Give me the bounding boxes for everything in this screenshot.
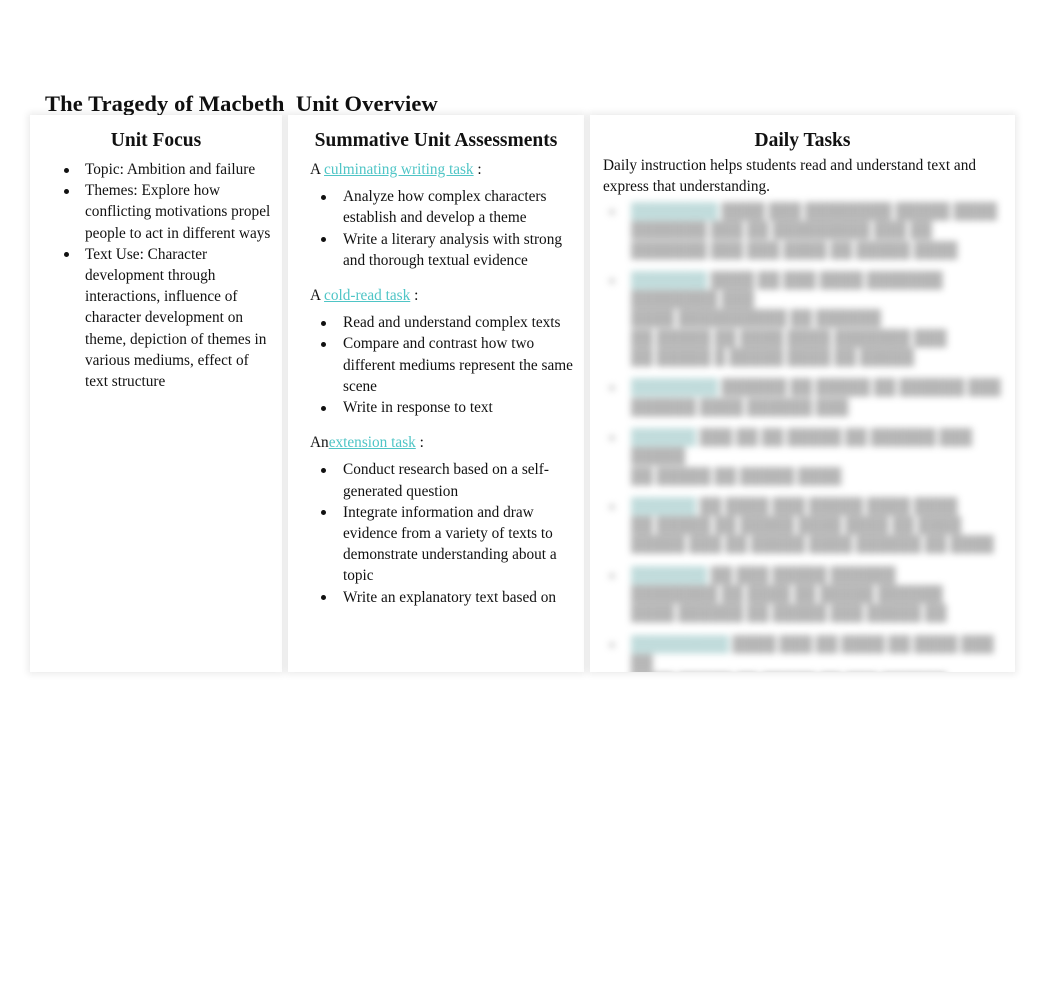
- list-item: Write a literary analysis with strong an…: [299, 229, 573, 271]
- cold-read-task-list: Read and understand complex texts Compar…: [299, 312, 573, 418]
- extension-task-link[interactable]: extension task: [329, 434, 416, 451]
- summative-assessments-card: Summative Unit Assessments A culminating…: [288, 115, 584, 672]
- daily-tasks-title: Daily Tasks: [754, 130, 851, 151]
- lead-prefix: A: [310, 161, 325, 178]
- cold-read-task-link[interactable]: cold-read task: [324, 287, 410, 304]
- culminating-writing-task-list: Analyze how complex characters establish…: [299, 186, 573, 271]
- unit-focus-title: Unit Focus: [110, 130, 202, 151]
- daily-task-link[interactable]: ██████: [631, 497, 697, 515]
- daily-task-text: ██████ ███ ██ ██ █████ ██ ██████ ███ ███…: [631, 428, 1004, 486]
- extension-task-list: Conduct research based on a self-generat…: [299, 459, 573, 607]
- lead-suffix: :: [473, 161, 482, 178]
- daily-task-link[interactable]: ████████: [631, 203, 718, 220]
- extension-task-lead: Anextension task :: [299, 432, 573, 453]
- list-item: Themes: Explore how conflicting motivati…: [41, 180, 271, 244]
- list-item: Write an explanatory text based on: [299, 587, 573, 608]
- daily-tasks-card: Daily Tasks Daily instruction helps stud…: [590, 115, 1015, 672]
- daily-task-row: ██████ ███ ██ ██ █████ ██ ██████ ███ ███…: [601, 428, 1004, 486]
- daily-task-row: ████████ ██████ ██ █████ ██ ██████ ███ █…: [601, 378, 1004, 417]
- list-item: Analyze how complex characters establish…: [299, 186, 573, 228]
- lead-suffix: :: [415, 434, 424, 452]
- daily-task-row: ███████ ██ ███ █████ ██████ ████████ ██ …: [601, 566, 1004, 624]
- list-item: Compare and contrast how two different m…: [299, 333, 573, 397]
- daily-task-link[interactable]: ████████: [631, 379, 718, 397]
- list-item: Write in response to text: [299, 397, 573, 418]
- daily-task-text: ███████ ██ ███ █████ ██████ ████████ ██ …: [631, 566, 1004, 624]
- daily-task-row: ████████ ████ ███ ████████ █████ ████ ██…: [601, 202, 1004, 260]
- daily-tasks-intro: Daily instruction helps students read an…: [603, 157, 976, 195]
- lead-prefix: An: [310, 434, 329, 452]
- list-item: Integrate information and draw evidence …: [299, 502, 573, 587]
- unit-focus-list: Topic: Ambition and failure Themes: Expl…: [41, 159, 271, 392]
- daily-tasks-list: ████████ ████ ███ ████████ █████ ████ ██…: [601, 202, 1004, 672]
- list-item: Text Use: Character development through …: [41, 244, 271, 392]
- lead-prefix: A: [310, 287, 325, 305]
- daily-task-row: ██████ ██ ████ ███ █████ ████ ████ ██ ██…: [601, 497, 1004, 555]
- daily-task-text: ██████ ██ ████ ███ █████ ████ ████ ██ ██…: [631, 497, 1004, 555]
- daily-task-link[interactable]: █████████: [631, 635, 729, 653]
- list-item: Read and understand complex texts: [299, 312, 573, 333]
- daily-task-text: ████████ ██████ ██ █████ ██ ██████ ███ █…: [631, 378, 1004, 417]
- daily-task-text: █████████ ████ ███ ██ ████ ██ ████ ███ █…: [631, 635, 1004, 672]
- daily-task-link[interactable]: ██████: [631, 428, 697, 446]
- culminating-writing-task-lead: A culminating writing task :: [299, 159, 573, 180]
- daily-task-link[interactable]: ███████: [631, 566, 707, 584]
- lead-suffix: :: [410, 287, 419, 305]
- daily-task-link[interactable]: ███████: [631, 271, 707, 289]
- summative-assessments-title: Summative Unit Assessments: [314, 130, 558, 151]
- daily-task-row: █████████ ████ ███ ██ ████ ██ ████ ███ █…: [601, 635, 1004, 672]
- list-item: Topic: Ambition and failure: [41, 159, 271, 180]
- daily-task-row: ███████ ████ ██ ███ ████ ███████ ███████…: [601, 271, 1004, 367]
- daily-task-text: ███████ ████ ██ ███ ████ ███████ ███████…: [631, 271, 1004, 367]
- list-item: Conduct research based on a self-generat…: [299, 459, 573, 501]
- cold-read-task-lead: A cold-read task :: [299, 285, 573, 306]
- daily-task-text: ████████ ████ ███ ████████ █████ ████ ██…: [631, 202, 1004, 260]
- unit-focus-card: Unit Focus Topic: Ambition and failure T…: [30, 115, 282, 672]
- overview-columns: Unit Focus Topic: Ambition and failure T…: [30, 115, 1015, 672]
- culminating-writing-task-link[interactable]: culminating writing task: [324, 161, 474, 178]
